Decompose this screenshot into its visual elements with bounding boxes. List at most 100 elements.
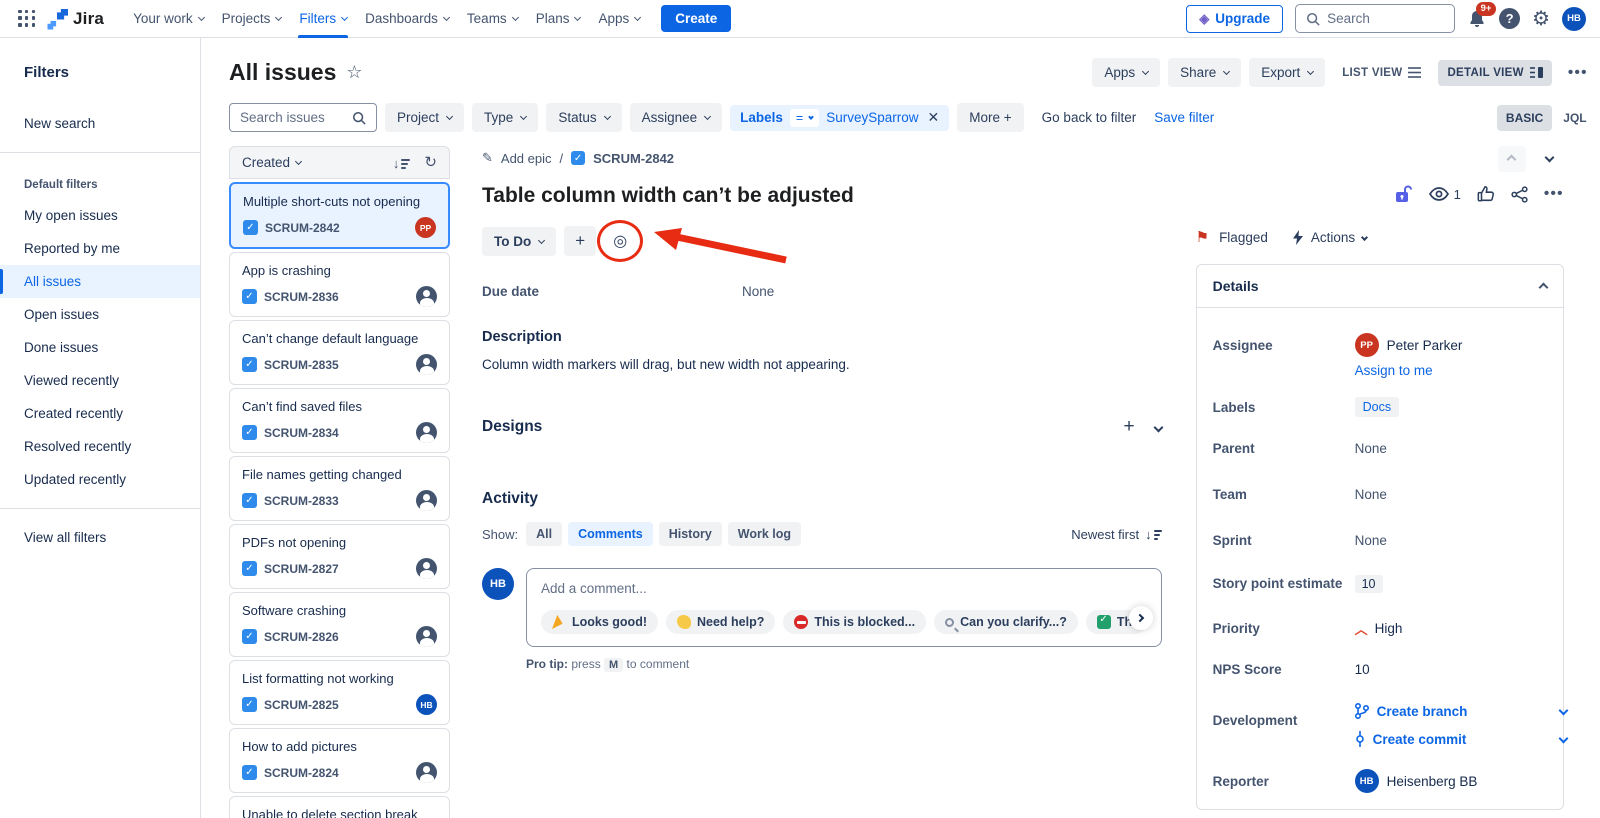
refresh-icon[interactable]: ↻	[424, 156, 437, 169]
sidebar-filter-item[interactable]: Updated recently	[0, 463, 200, 496]
nav-menu-item[interactable]: Plans	[527, 0, 590, 38]
reporter-value[interactable]: HB Heisenberg BB	[1355, 769, 1478, 793]
labels-filter-chip[interactable]: Labels = SurveySparrow ✕	[730, 105, 949, 131]
chevron-down-icon[interactable]	[1558, 733, 1568, 743]
list-view-toggle[interactable]: LIST VIEW	[1333, 60, 1430, 86]
issue-card[interactable]: List formatting not working ✓ SCRUM-2825…	[229, 660, 450, 725]
sidebar-item-view-all-filters[interactable]: View all filters	[0, 521, 200, 554]
sort-order-icon[interactable]: ↓	[393, 156, 411, 169]
issue-title[interactable]: Table column width can’t be adjusted	[482, 184, 1172, 208]
nav-menu-item[interactable]: Projects	[213, 0, 291, 38]
favorite-star-icon[interactable]: ☆	[346, 62, 362, 83]
sidebar-filter-item[interactable]: Done issues	[0, 331, 200, 364]
jql-mode-toggle[interactable]: JQL	[1554, 105, 1595, 131]
story-point-value[interactable]: 10	[1355, 575, 1383, 593]
search-issues-input[interactable]: Search issues	[229, 103, 377, 132]
previous-issue-button[interactable]	[1498, 146, 1526, 172]
chevron-down-icon[interactable]	[1558, 705, 1568, 715]
sidebar-filter-item[interactable]: Open issues	[0, 298, 200, 331]
issue-card[interactable]: PDFs not opening ✓ SCRUM-2827	[229, 524, 450, 589]
assignee-value[interactable]: PP Peter Parker	[1355, 333, 1463, 357]
watchers[interactable]: 1	[1429, 187, 1461, 202]
actions-dropdown[interactable]: Actions	[1292, 230, 1367, 245]
operator-dropdown[interactable]: =	[790, 109, 819, 127]
label-tag[interactable]: Docs	[1355, 397, 1399, 417]
sidebar-filter-item[interactable]: Viewed recently	[0, 364, 200, 397]
nav-menu-item[interactable]: Your work	[124, 0, 213, 38]
nav-menu-item[interactable]: Dashboards	[356, 0, 458, 38]
sidebar-filter-item[interactable]: Resolved recently	[0, 430, 200, 463]
save-filter-link[interactable]: Save filter	[1154, 110, 1214, 125]
panel-more-button[interactable]: •••	[1544, 185, 1564, 203]
add-epic-link[interactable]: Add epic	[501, 151, 552, 166]
quick-reply-chip[interactable]: This is blocked...	[783, 610, 926, 634]
apps-target-button[interactable]: ◎	[604, 226, 636, 256]
global-search-input[interactable]: Search	[1295, 4, 1455, 33]
app-switcher-icon[interactable]	[18, 10, 36, 28]
flagged-label[interactable]: Flagged	[1219, 230, 1268, 245]
quick-reply-chip[interactable]: Looks good!	[541, 610, 658, 634]
unlock-icon[interactable]	[1393, 184, 1413, 204]
scroll-replies-button[interactable]	[1129, 606, 1153, 630]
remove-filter-icon[interactable]: ✕	[928, 109, 940, 126]
issue-card[interactable]: How to add pictures ✓ SCRUM-2824	[229, 728, 450, 793]
description-text[interactable]: Column width markers will drag, but new …	[482, 357, 1172, 372]
apps-dropdown[interactable]: Apps	[1092, 58, 1160, 87]
detail-view-toggle[interactable]: DETAIL VIEW	[1438, 60, 1551, 86]
nav-menu-item[interactable]: Filters	[290, 0, 356, 38]
activity-tab[interactable]: History	[659, 522, 722, 546]
jira-logo[interactable]: Jira	[48, 9, 104, 29]
issue-key-link[interactable]: SCRUM-2842	[593, 151, 674, 166]
due-date-value[interactable]: None	[742, 284, 774, 299]
sidebar-filter-item[interactable]: Created recently	[0, 397, 200, 430]
sprint-value[interactable]: None	[1355, 533, 1387, 548]
activity-tab[interactable]: Work log	[728, 522, 801, 546]
create-branch-link[interactable]: Create branch	[1355, 703, 1567, 719]
filter-dropdown[interactable]: Type	[472, 103, 538, 132]
sidebar-filter-item[interactable]: All issues	[0, 265, 200, 298]
quick-reply-chip[interactable]: Can you clarify...?	[934, 610, 1078, 634]
upgrade-button[interactable]: ◈ Upgrade	[1186, 5, 1283, 33]
next-issue-button[interactable]	[1536, 146, 1564, 172]
priority-value[interactable]: ︿High	[1355, 619, 1403, 638]
basic-mode-toggle[interactable]: BASIC	[1497, 105, 1552, 131]
nav-menu-item[interactable]: Apps	[589, 0, 649, 38]
issue-card[interactable]: File names getting changed ✓ SCRUM-2833	[229, 456, 450, 521]
comment-input[interactable]: Add a comment... Looks good!Need help?Th…	[526, 568, 1162, 647]
activity-tab[interactable]: All	[526, 522, 562, 546]
thumbs-up-icon[interactable]	[1477, 185, 1495, 203]
status-dropdown[interactable]: To Do	[482, 227, 556, 256]
parent-value[interactable]: None	[1355, 441, 1387, 456]
settings-button[interactable]: ⚙	[1532, 6, 1550, 31]
more-actions-button[interactable]: •••	[1560, 60, 1596, 86]
help-button[interactable]: ?	[1499, 8, 1520, 29]
filter-dropdown[interactable]: Project	[385, 103, 464, 132]
sidebar-filter-item[interactable]: My open issues	[0, 199, 200, 232]
nav-menu-item[interactable]: Teams	[458, 0, 527, 38]
team-value[interactable]: None	[1355, 487, 1387, 502]
sidebar-filter-item[interactable]: Reported by me	[0, 232, 200, 265]
quick-reply-chip[interactable]: Need help?	[666, 610, 775, 634]
filter-dropdown[interactable]: Status	[546, 103, 621, 132]
activity-tab[interactable]: Comments	[568, 522, 653, 546]
assign-to-me-link[interactable]: Assign to me	[1355, 363, 1547, 378]
more-filters-button[interactable]: More +	[957, 103, 1023, 132]
sidebar-item-new-search[interactable]: New search	[0, 107, 200, 140]
nps-value[interactable]: 10	[1355, 662, 1370, 677]
user-avatar[interactable]: HB	[1562, 7, 1586, 31]
issue-card[interactable]: Can’t change default language ✓ SCRUM-28…	[229, 320, 450, 385]
add-design-button[interactable]: +	[1124, 416, 1135, 438]
export-dropdown[interactable]: Export	[1249, 58, 1325, 87]
create-commit-link[interactable]: Create commit	[1355, 731, 1567, 747]
add-button[interactable]: +	[564, 226, 596, 256]
sort-newest-first[interactable]: Newest first ↓	[1071, 527, 1161, 542]
filter-dropdown[interactable]: Assignee	[630, 103, 723, 132]
notifications-button[interactable]: 9+	[1467, 9, 1487, 29]
create-button[interactable]: Create	[661, 5, 731, 32]
chevron-down-icon[interactable]	[1153, 422, 1163, 432]
issue-card[interactable]: Can’t find saved files ✓ SCRUM-2834	[229, 388, 450, 453]
sort-field-dropdown[interactable]: Created	[242, 155, 290, 170]
issue-card[interactable]: Software crashing ✓ SCRUM-2826	[229, 592, 450, 657]
share-icon[interactable]	[1511, 186, 1528, 203]
go-back-to-filter-link[interactable]: Go back to filter	[1042, 110, 1137, 125]
